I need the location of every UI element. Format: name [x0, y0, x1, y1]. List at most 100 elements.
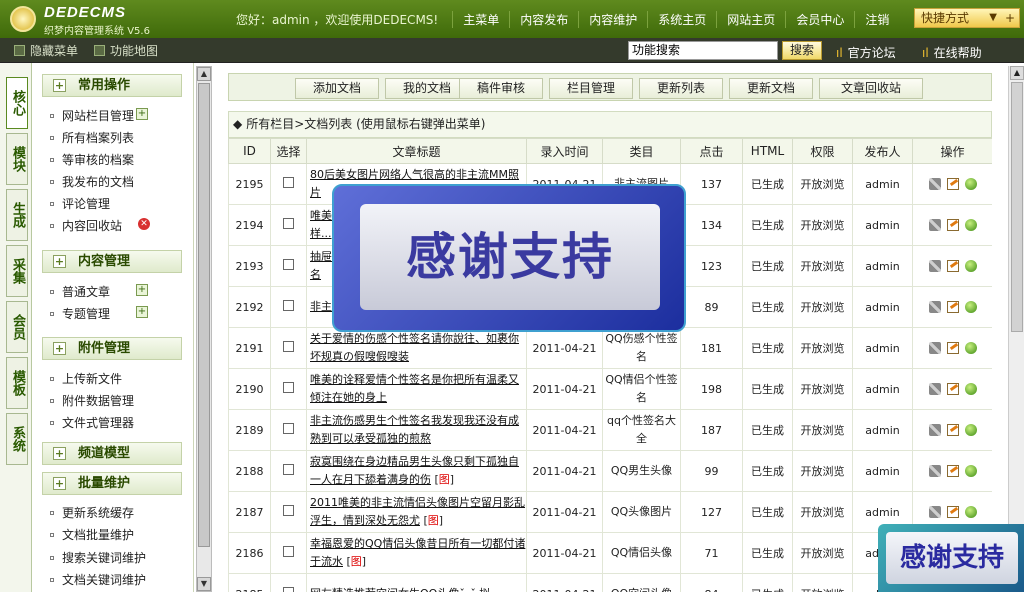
column-manage-button[interactable]: 栏目管理 [549, 78, 633, 99]
property-icon[interactable] [928, 219, 941, 231]
edit-icon[interactable] [946, 219, 959, 231]
function-map-button[interactable]: 功能地图 [94, 42, 158, 59]
preview-icon[interactable] [964, 260, 977, 272]
row-category[interactable]: QQ情侣个性签名 [602, 368, 681, 410]
add-icon[interactable]: + [136, 306, 148, 318]
row-checkbox[interactable] [283, 259, 294, 270]
edit-icon[interactable] [946, 260, 959, 272]
scroll-thumb[interactable] [198, 83, 210, 547]
row-title-link[interactable]: 寂寞围绕在身边精品男生头像只剩下孤独自一人在月下舔着满身的伤 [310, 455, 519, 486]
sidebar-item-column-manage[interactable]: 网站栏目管理 + [50, 107, 148, 124]
tab-core[interactable]: 核心 [6, 77, 28, 129]
row-title-link[interactable]: 幸福恩爱的QQ情侣头像昔日所有一切都付诸于流水 [310, 537, 525, 568]
row-checkbox[interactable] [283, 423, 294, 434]
row-checkbox[interactable] [283, 546, 294, 557]
row-checkbox[interactable] [283, 505, 294, 516]
row-title-link[interactable]: 唯美的诠释爱情个性签名是你把所有温柔又倾注在她的身上 [310, 373, 519, 404]
menu-group-content[interactable]: + 内容管理 [42, 250, 182, 273]
menu-group-common[interactable]: + 常用操作 [42, 74, 182, 97]
row-checkbox[interactable] [283, 382, 294, 393]
edit-icon[interactable] [946, 178, 959, 190]
property-icon[interactable] [928, 424, 941, 436]
edit-icon[interactable] [946, 465, 959, 477]
search-input[interactable]: 功能搜索 [628, 41, 778, 60]
row-category[interactable]: QQ伤感个性签名 [602, 327, 681, 369]
help-link[interactable]: ıl 在线帮助 [922, 44, 982, 61]
menu-group-channel-model[interactable]: + 频道模型 [42, 442, 182, 465]
sidebar-item-pending-docs[interactable]: 等审核的档案 [50, 151, 134, 168]
preview-icon[interactable] [964, 465, 977, 477]
property-icon[interactable] [928, 342, 941, 354]
forum-link[interactable]: ıl 官方论坛 [836, 44, 896, 61]
hide-menu-button[interactable]: 隐藏菜单 [14, 42, 78, 59]
scroll-up-icon[interactable]: ▲ [197, 67, 211, 81]
sidebar-item-recycle[interactable]: 内容回收站 ✕ [50, 217, 150, 234]
recycle-bin-button[interactable]: 文章回收站 [819, 78, 923, 99]
row-category[interactable]: QQ情侣头像 [602, 532, 681, 574]
menu-group-batch[interactable]: + 批量维护 [42, 472, 182, 495]
edit-icon[interactable] [946, 383, 959, 395]
nav-site-home[interactable]: 网站主页 [716, 10, 785, 28]
preview-icon[interactable] [964, 178, 977, 190]
tab-member[interactable]: 会员 [6, 301, 28, 353]
tab-system[interactable]: 系统 [6, 413, 28, 465]
property-icon[interactable] [928, 260, 941, 272]
scroll-down-icon[interactable]: ▼ [197, 577, 211, 591]
row-title-link[interactable]: 关于爱情的伤感个性签名请你說往、如裹你坏规真の假嗖假嗖装 [310, 332, 519, 363]
row-title-link[interactable]: 网友精选推荐空间女生QQ头像ˇ_ˇ 拟 [310, 587, 490, 592]
row-title-link[interactable]: 2011唯美的非主流情侣头像图片空留月影乱浮生，情到深处无怨尤 [310, 496, 525, 527]
sidebar-item-batch-docs[interactable]: 文档批量维护 [50, 526, 134, 543]
row-category[interactable]: qq个性签名大全 [602, 409, 681, 451]
nav-system-home[interactable]: 系统主页 [647, 10, 716, 28]
property-icon[interactable] [928, 506, 941, 518]
row-checkbox[interactable] [283, 300, 294, 311]
add-icon[interactable]: + [136, 108, 148, 120]
row-checkbox[interactable] [283, 218, 294, 229]
tab-module[interactable]: 模块 [6, 133, 28, 185]
sidebar-item-doc-keywords[interactable]: 文档关键词维护 [50, 571, 146, 588]
scroll-up-icon[interactable]: ▲ [1010, 66, 1024, 80]
sidebar-item-comments[interactable]: 评论管理 [50, 195, 110, 212]
review-button[interactable]: 稿件审核 [459, 78, 543, 99]
row-checkbox[interactable] [283, 587, 294, 592]
sidebar-item-search-keywords[interactable]: 搜索关键词维护 [50, 549, 146, 566]
sidebar-item-file-manager[interactable]: 文件式管理器 [50, 414, 134, 431]
nav-content-publish[interactable]: 内容发布 [509, 10, 578, 28]
preview-icon[interactable] [964, 219, 977, 231]
my-docs-button[interactable]: 我的文档 [385, 78, 469, 99]
nav-logout[interactable]: 注销 [854, 10, 899, 28]
edit-icon[interactable] [946, 301, 959, 313]
row-category[interactable]: QQ空间头像 [602, 573, 681, 592]
preview-icon[interactable] [964, 383, 977, 395]
menu-group-attachments[interactable]: + 附件管理 [42, 337, 182, 360]
nav-member-center[interactable]: 会员中心 [785, 10, 854, 28]
sidebar-item-my-docs[interactable]: 我发布的文档 [50, 173, 134, 190]
edit-icon[interactable] [946, 342, 959, 354]
update-doc-button[interactable]: 更新文档 [729, 78, 813, 99]
page-scrollbar[interactable]: ▲ ▼ [1008, 66, 1024, 592]
menu-scrollbar[interactable]: ▲ ▼ [196, 66, 212, 592]
search-button[interactable]: 搜索 [782, 41, 822, 60]
tab-template[interactable]: 模板 [6, 357, 28, 409]
sidebar-item-upload[interactable]: 上传新文件 [50, 370, 122, 387]
tab-generate[interactable]: 生成 [6, 189, 28, 241]
scroll-thumb[interactable] [1011, 82, 1023, 332]
property-icon[interactable] [928, 301, 941, 313]
delete-icon[interactable]: ✕ [138, 218, 150, 230]
quick-menu-button[interactable]: 快捷方式 ▼ + [914, 8, 1020, 28]
sidebar-item-update-cache[interactable]: 更新系统缓存 [50, 504, 134, 521]
edit-icon[interactable] [946, 424, 959, 436]
sidebar-item-all-docs[interactable]: 所有档案列表 [50, 129, 134, 146]
preview-icon[interactable] [964, 424, 977, 436]
preview-icon[interactable] [964, 506, 977, 518]
property-icon[interactable] [928, 178, 941, 190]
row-category[interactable]: QQ头像图片 [602, 491, 681, 533]
add-icon[interactable]: + [136, 284, 148, 296]
sidebar-item-topics[interactable]: 专题管理 + [50, 305, 148, 322]
edit-icon[interactable] [946, 506, 959, 518]
plus-icon[interactable]: + [1005, 9, 1015, 27]
property-icon[interactable] [928, 383, 941, 395]
preview-icon[interactable] [964, 301, 977, 313]
tab-collect[interactable]: 采集 [6, 245, 28, 297]
row-title-link[interactable]: 非主流伤感男生个性签名我发现我还没有成熟到可以承受孤独的煎熬 [310, 414, 519, 445]
